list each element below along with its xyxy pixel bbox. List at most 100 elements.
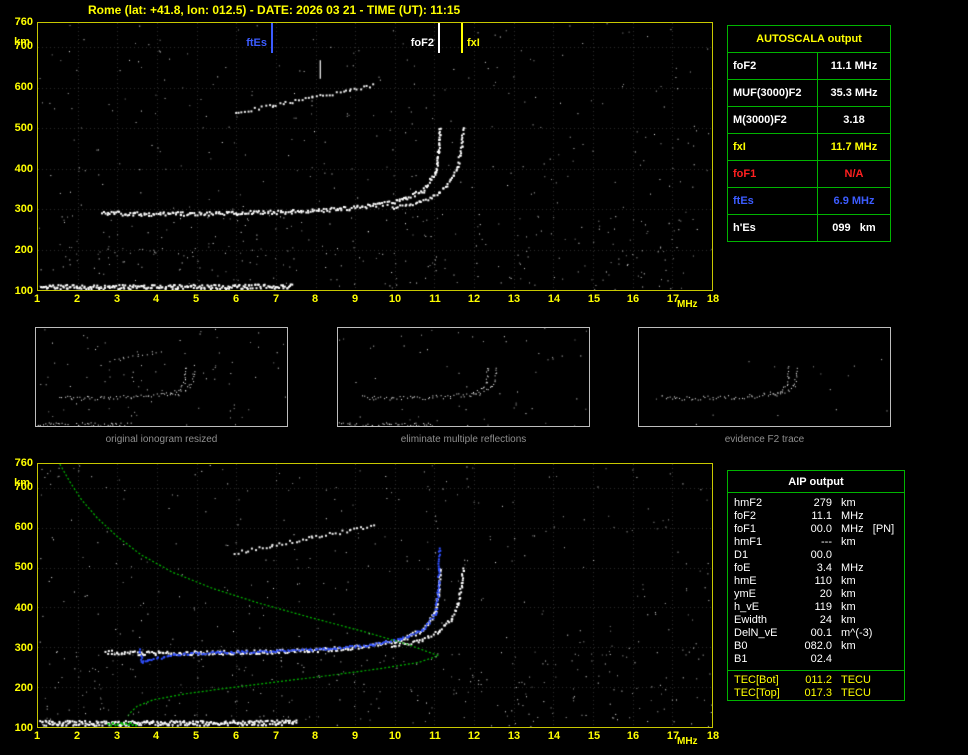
aip-row-unit: km [841, 588, 856, 600]
aip-row: foF1 00.0 MHz [PN] [728, 523, 904, 536]
x-tick-label: 3 [113, 730, 121, 742]
aip-row-name: DelN_vE [734, 627, 778, 639]
aip-row-name: TEC[Bot] [734, 674, 779, 686]
x-tick-label: 17 [666, 730, 680, 742]
ftes-marker-label: ftEs [246, 37, 267, 49]
ionogram-top-canvas [38, 23, 712, 290]
aip-row: foF2 11.1 MHz [728, 510, 904, 523]
aip-row-value: 11.1 [811, 510, 832, 522]
page-title: Rome (lat: +41.8, lon: 012.5) - DATE: 20… [88, 3, 461, 17]
x-tick-label: 4 [152, 293, 160, 305]
aip-row-value: 24 [819, 614, 832, 626]
aip-row-value: 110 [814, 575, 832, 587]
aip-row-value: 119 [814, 601, 832, 613]
x-tick-label: 18 [706, 730, 720, 742]
x-tick-label: 1 [33, 293, 41, 305]
y-tick-label: 760 [14, 16, 33, 28]
fxi-marker-line [461, 23, 463, 53]
aip-row-value: 00.1 [810, 627, 832, 639]
thumb-multiples-canvas [338, 328, 589, 426]
x-tick-label: 5 [192, 730, 200, 742]
aip-row: TEC[Bot] 011.2 TECU [728, 674, 904, 687]
aip-row-name: foE [734, 562, 751, 574]
aip-row: D1 00.0 [728, 549, 904, 562]
aip-row-value: 02.4 [810, 653, 832, 665]
autoscala-row-label: foF2 [728, 53, 818, 79]
thumb-original-caption: original ionogram resized [105, 434, 218, 445]
aip-row-unit [832, 549, 904, 562]
aip-separator [728, 670, 904, 671]
autoscala-row: fxI 11.7 MHz [728, 133, 890, 160]
x-tick-label: 7 [272, 293, 280, 305]
x-tick-label: 4 [152, 730, 160, 742]
x-tick-label: 12 [467, 293, 481, 305]
y-tick-label: 200 [14, 244, 33, 256]
y-tick-label: 400 [14, 163, 33, 175]
x-tick-label: 9 [351, 730, 359, 742]
aip-row-unit: km [841, 601, 856, 613]
aip-row: hmF1 --- km [728, 536, 904, 549]
aip-row-value: 3.4 [816, 562, 832, 574]
x-tick-label: 7 [272, 730, 280, 742]
aip-row: hmF2 279 km [728, 497, 904, 510]
thumb-multiples-caption: eliminate multiple reflections [400, 434, 527, 445]
aip-row-unit: TECU [841, 674, 871, 686]
autoscala-row-value: 35.3 MHz [830, 87, 878, 99]
x-tick-label: 18 [706, 293, 720, 305]
fof2-marker-line [438, 23, 440, 53]
aip-row-name: hmF2 [734, 497, 763, 509]
x-tick-label: 3 [113, 293, 121, 305]
aip-row-value: 011.2 [805, 674, 832, 686]
aip-row: ymE 20 km [728, 588, 904, 601]
ionogram-bottom-canvas [38, 464, 712, 727]
thumb-f2trace-canvas [639, 328, 890, 426]
aip-row-name: B0 [734, 640, 748, 652]
autoscala-row-label: h'Es [728, 215, 818, 241]
aip-row-unit: TECU [841, 687, 871, 699]
x-tick-label: 12 [467, 730, 481, 742]
aip-table-title: AIP output [728, 471, 904, 493]
aip-row-value: 017.3 [804, 687, 832, 699]
aip-row-unit: km [841, 497, 856, 509]
autoscala-row: foF1 N/A [728, 160, 890, 187]
x-tick-label: 16 [626, 730, 640, 742]
fof2-marker-label: foF2 [410, 37, 434, 49]
aip-row-unit: MHz [841, 510, 864, 522]
aip-row-value: 082.0 [804, 640, 832, 652]
autoscala-row-label: foF1 [728, 161, 818, 187]
aip-row-name: Ewidth [734, 614, 768, 626]
aip-row-name: foF2 [734, 510, 757, 522]
fxi-marker-label: fxI [467, 37, 480, 49]
aip-row-unit: km [841, 536, 856, 548]
aip-row: Ewidth 24 km [728, 614, 904, 627]
x-tick-label: 5 [192, 293, 200, 305]
aip-row-name: hmF1 [734, 536, 763, 548]
autoscala-row-value: N/A [844, 168, 864, 180]
autoscala-table-body: foF2 11.1 MHz MUF(3000)F2 35.3 MHz M(3000)F2… [728, 53, 890, 241]
aip-row-name: h_vE [734, 601, 760, 613]
x-tick-label: 8 [311, 730, 319, 742]
aip-row-value: --- [821, 536, 832, 548]
autoscala-row-value: 11.1 MHz [830, 60, 878, 72]
autoscala-row-value: 6.9 MHz [833, 195, 875, 207]
autoscala-row: ftEs 6.9 MHz [728, 187, 890, 214]
aip-row-unit: MHz [841, 562, 864, 574]
x-tick-label: 15 [587, 730, 601, 742]
y-tick-label: 700 [14, 481, 33, 493]
autoscala-row-label: fxI [728, 134, 818, 160]
x-tick-label: 6 [232, 293, 240, 305]
y-tick-label: 500 [14, 561, 33, 573]
y-tick-label: 700 [14, 40, 33, 52]
y-tick-label: 300 [14, 203, 33, 215]
x-tick-label: 14 [547, 293, 561, 305]
autoscala-row: MUF(3000)F2 35.3 MHz [728, 79, 890, 106]
y-tick-label: 400 [14, 602, 33, 614]
aip-row-value: 00.0 [810, 549, 832, 561]
x-tick-label: 9 [351, 293, 359, 305]
y-tick-label: 300 [14, 642, 33, 654]
aip-row-value: 00.0 [810, 523, 832, 535]
y-tick-label: 760 [14, 457, 33, 469]
autoscala-row-label: MUF(3000)F2 [728, 80, 818, 106]
aip-row-unit: km [841, 640, 856, 652]
autoscala-row: M(3000)F2 3.18 [728, 106, 890, 133]
